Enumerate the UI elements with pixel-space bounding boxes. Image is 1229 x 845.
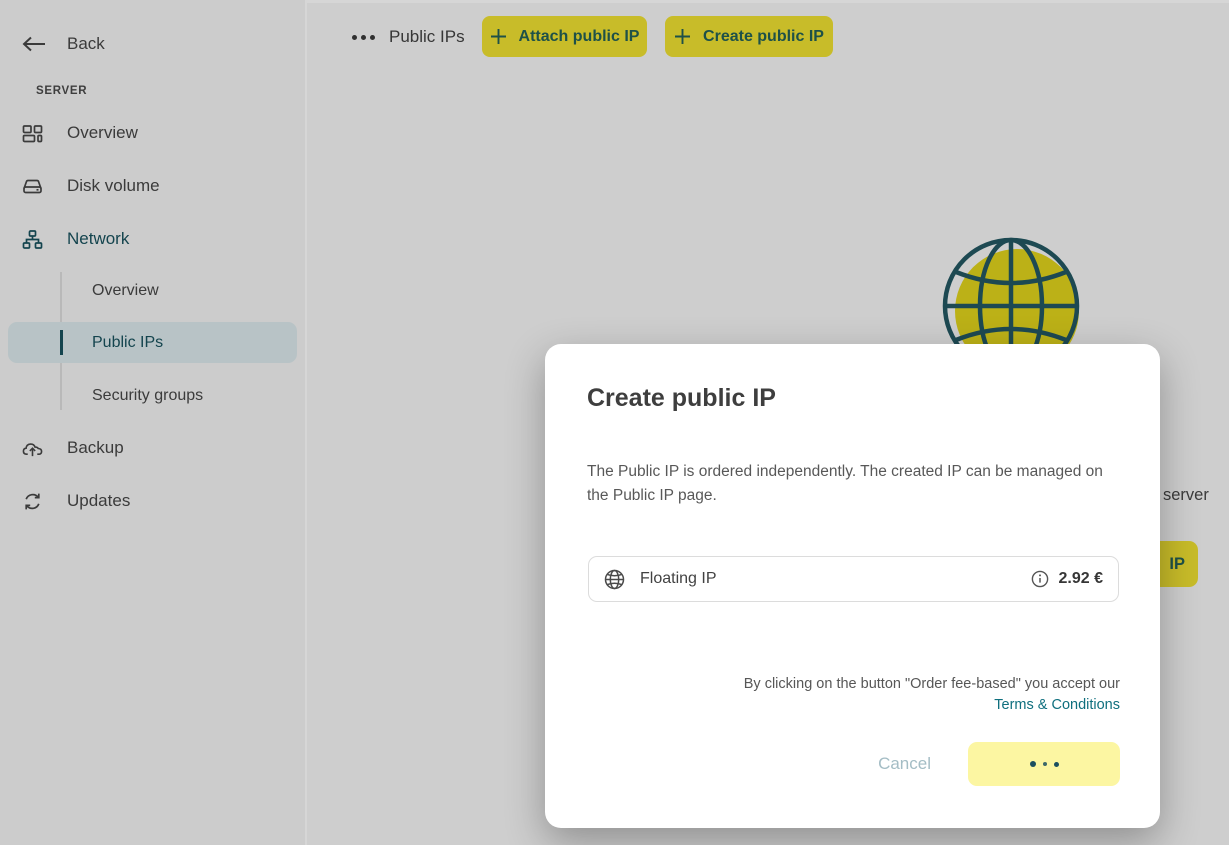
globe-icon [604, 569, 625, 590]
dialog-footer: Cancel [872, 742, 1120, 786]
terms-text: By clicking on the button "Order fee-bas… [744, 676, 1120, 692]
order-fee-based-button-loading[interactable] [968, 742, 1120, 786]
terms-and-conditions-link[interactable]: Terms & Conditions [600, 695, 1120, 716]
terms-notice: By clicking on the button "Order fee-bas… [600, 674, 1120, 716]
cancel-button[interactable]: Cancel [872, 753, 937, 775]
server-network-page: Back SERVER Overview [0, 0, 1229, 845]
loading-dot [1043, 762, 1047, 766]
dialog-title: Create public IP [587, 384, 776, 413]
dialog-description: The Public IP is ordered independently. … [587, 460, 1125, 508]
loading-dot [1054, 762, 1059, 767]
ip-type-select[interactable]: Floating IP 2.92 € [588, 556, 1119, 602]
ip-type-label: Floating IP [640, 570, 716, 588]
create-public-ip-dialog: Create public IP The Public IP is ordere… [545, 344, 1160, 828]
ip-price: 2.92 € [1059, 570, 1103, 588]
info-icon[interactable] [1031, 570, 1049, 588]
loading-dot [1030, 761, 1036, 767]
